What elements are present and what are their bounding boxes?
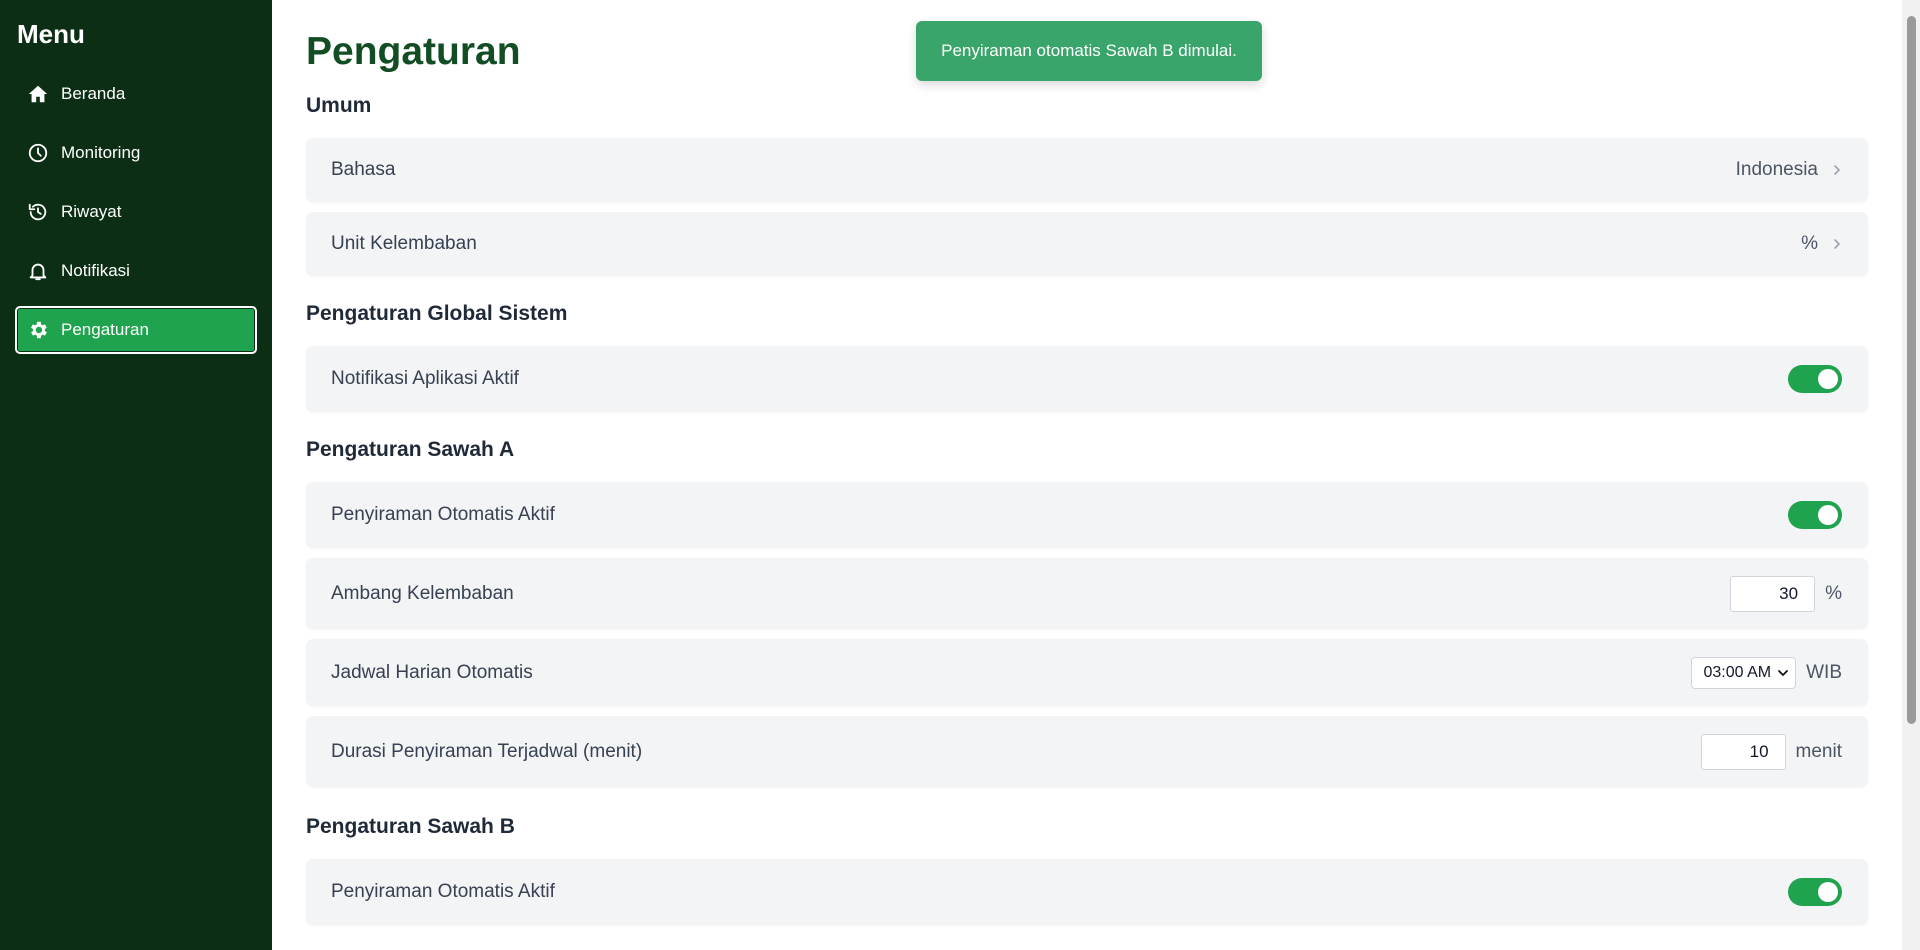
- sidebar: Menu Beranda Monitoring Riwayat Notifika…: [0, 0, 272, 950]
- setting-value: %: [1801, 233, 1818, 254]
- setting-label: Jadwal Harian Otomatis: [331, 661, 533, 683]
- threshold-unit: %: [1825, 582, 1842, 604]
- sawah-b-auto-toggle[interactable]: [1788, 878, 1842, 906]
- scrollbar-thumb[interactable]: [1907, 16, 1916, 724]
- sidebar-item-label: Notifikasi: [61, 261, 130, 280]
- gear-icon: [27, 319, 49, 341]
- toggle-knob: [1818, 505, 1838, 525]
- sidebar-item-riwayat[interactable]: Riwayat: [15, 188, 257, 236]
- setting-label: Ambang Kelembaban: [331, 582, 514, 604]
- setting-row-sawah-a-schedule: Jadwal Harian Otomatis 03:00 AM WIB: [306, 639, 1868, 706]
- setting-row-sawah-b-auto: Penyiraman Otomatis Aktif: [306, 859, 1868, 925]
- sidebar-item-label: Monitoring: [61, 143, 141, 162]
- sidebar-item-label: Pengaturan: [61, 320, 149, 339]
- section-title-umum: Umum: [306, 94, 372, 117]
- setting-value-wrap: %: [1801, 233, 1842, 255]
- setting-value-wrap: menit: [1700, 733, 1842, 770]
- setting-label: Bahasa: [331, 159, 396, 180]
- toggle-knob: [1818, 882, 1838, 902]
- setting-label: Unit Kelembaban: [331, 233, 477, 254]
- setting-value: Indonesia: [1735, 159, 1818, 180]
- duration-input[interactable]: [1700, 733, 1786, 770]
- sidebar-item-label: Beranda: [61, 84, 126, 103]
- schedule-select[interactable]: 03:00 AM: [1690, 656, 1797, 689]
- main-content: Pengaturan Umum Bahasa Indonesia Unit Ke…: [272, 0, 1902, 950]
- setting-label: Penyiraman Otomatis Aktif: [331, 504, 555, 525]
- setting-value-wrap: Indonesia: [1736, 159, 1842, 181]
- section-title-sawah-a: Pengaturan Sawah A: [306, 438, 515, 461]
- sidebar-title: Menu: [17, 19, 85, 49]
- setting-row-notifikasi-aktif: Notifikasi Aplikasi Aktif: [306, 346, 1868, 412]
- toast-notification: Penyiraman otomatis Sawah B dimulai.: [916, 21, 1262, 81]
- setting-label: Notifikasi Aplikasi Aktif: [331, 368, 519, 389]
- chevron-right-icon: [1832, 163, 1842, 177]
- setting-value-wrap: 03:00 AM WIB: [1690, 656, 1842, 689]
- clock-icon: [27, 142, 49, 164]
- schedule-select-value: 03:00 AM: [1703, 663, 1772, 681]
- threshold-input[interactable]: [1730, 575, 1816, 612]
- scrollbar[interactable]: [1902, 0, 1920, 950]
- setting-row-sawah-a-auto: Penyiraman Otomatis Aktif: [306, 482, 1868, 548]
- sidebar-item-pengaturan[interactable]: Pengaturan: [15, 306, 257, 354]
- setting-row-sawah-a-duration: Durasi Penyiraman Terjadwal (menit) meni…: [306, 716, 1868, 787]
- setting-row-bahasa[interactable]: Bahasa Indonesia: [306, 138, 1868, 202]
- section-title-global: Pengaturan Global Sistem: [306, 302, 568, 325]
- sidebar-item-notifikasi[interactable]: Notifikasi: [15, 247, 257, 295]
- setting-label: Penyiraman Otomatis Aktif: [331, 881, 555, 902]
- duration-unit: menit: [1795, 740, 1842, 762]
- section-title-sawah-b: Pengaturan Sawah B: [306, 815, 515, 838]
- bell-icon: [27, 260, 49, 282]
- toggle-knob: [1818, 369, 1838, 389]
- setting-value-wrap: %: [1730, 575, 1842, 612]
- setting-row-unit-kelembaban[interactable]: Unit Kelembaban %: [306, 212, 1868, 276]
- toast-message: Penyiraman otomatis Sawah B dimulai.: [941, 41, 1237, 60]
- sidebar-item-beranda[interactable]: Beranda: [15, 70, 257, 118]
- notifikasi-toggle[interactable]: [1788, 365, 1842, 393]
- sawah-a-auto-toggle[interactable]: [1788, 501, 1842, 529]
- history-icon: [27, 201, 49, 223]
- chevron-down-icon: [1777, 667, 1789, 679]
- setting-row-sawah-a-threshold: Ambang Kelembaban %: [306, 558, 1868, 629]
- setting-label: Durasi Penyiraman Terjadwal (menit): [331, 740, 643, 762]
- schedule-unit: WIB: [1806, 661, 1842, 683]
- sidebar-item-label: Riwayat: [61, 202, 122, 221]
- chevron-right-icon: [1832, 237, 1842, 251]
- home-icon: [27, 83, 49, 105]
- sidebar-item-monitoring[interactable]: Monitoring: [15, 129, 257, 177]
